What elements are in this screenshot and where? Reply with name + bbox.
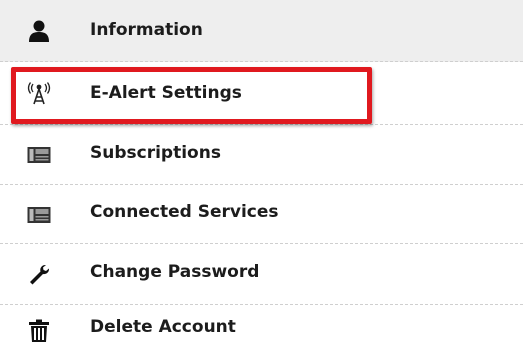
wrench-icon [26, 261, 52, 287]
account-settings-menu: Information E-Alert Settings Subscriptio… [0, 0, 523, 349]
menu-item-connected-services[interactable]: Connected Services [0, 185, 523, 244]
broadcast-tower-icon [26, 80, 52, 106]
newspaper-icon [26, 142, 52, 168]
menu-item-label: Connected Services [90, 202, 279, 222]
menu-item-delete-account[interactable]: Delete Account [0, 305, 523, 349]
menu-item-change-password[interactable]: Change Password [0, 244, 523, 305]
trash-icon [26, 318, 52, 344]
menu-item-information[interactable]: Information [0, 0, 523, 62]
menu-item-e-alert-settings[interactable]: E-Alert Settings [0, 62, 523, 125]
menu-item-label: Information [90, 20, 203, 40]
menu-item-subscriptions[interactable]: Subscriptions [0, 125, 523, 185]
menu-item-label: Subscriptions [90, 143, 221, 163]
menu-item-label: Delete Account [90, 317, 236, 337]
menu-item-label: E-Alert Settings [90, 83, 242, 103]
menu-item-label: Change Password [90, 262, 260, 282]
newspaper-icon [26, 202, 52, 228]
user-icon [26, 18, 52, 44]
